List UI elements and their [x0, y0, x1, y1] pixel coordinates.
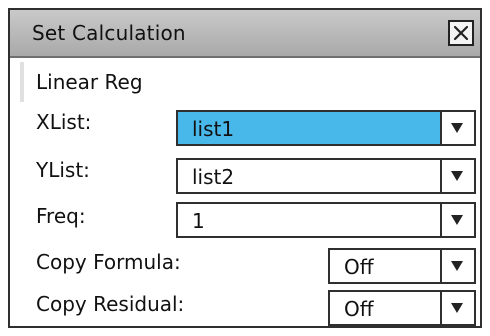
xlist-dropdown[interactable]: list1 [176, 110, 476, 146]
xlist-label: XList: [36, 110, 92, 134]
freq-label: Freq: [36, 204, 86, 228]
freq-value: 1 [192, 209, 205, 233]
chevron-down-icon [451, 303, 463, 313]
dialog-title: Set Calculation [32, 21, 186, 45]
chevron-down-icon [451, 215, 463, 225]
copy-formula-dropdown[interactable]: Off [328, 248, 476, 284]
copy-formula-value: Off [344, 255, 374, 279]
copy-formula-label: Copy Formula: [36, 250, 181, 274]
xlist-dropdown-arrow[interactable] [440, 112, 474, 144]
copy-formula-dropdown-arrow[interactable] [440, 250, 474, 282]
close-button[interactable] [448, 20, 474, 46]
copy-residual-dropdown-arrow[interactable] [440, 292, 474, 324]
chevron-down-icon [451, 261, 463, 271]
ylist-value: list2 [192, 165, 235, 189]
chevron-down-icon [451, 123, 463, 133]
regression-type-label: Linear Reg [36, 70, 143, 94]
dialog-titlebar: Set Calculation [10, 10, 480, 58]
set-calculation-dialog: Set Calculation Linear Reg XList: list1 … [8, 8, 482, 328]
copy-residual-label: Copy Residual: [36, 292, 185, 316]
ylist-dropdown[interactable]: list2 [176, 158, 476, 194]
copy-residual-dropdown[interactable]: Off [328, 290, 476, 326]
xlist-value: list1 [192, 117, 235, 141]
copy-residual-value: Off [344, 297, 374, 321]
close-icon [453, 25, 469, 41]
chevron-down-icon [451, 171, 463, 181]
ylist-dropdown-arrow[interactable] [440, 160, 474, 192]
freq-dropdown-arrow[interactable] [440, 204, 474, 236]
left-edge-tab [20, 62, 24, 102]
ylist-label: YList: [36, 158, 90, 182]
freq-dropdown[interactable]: 1 [176, 202, 476, 238]
